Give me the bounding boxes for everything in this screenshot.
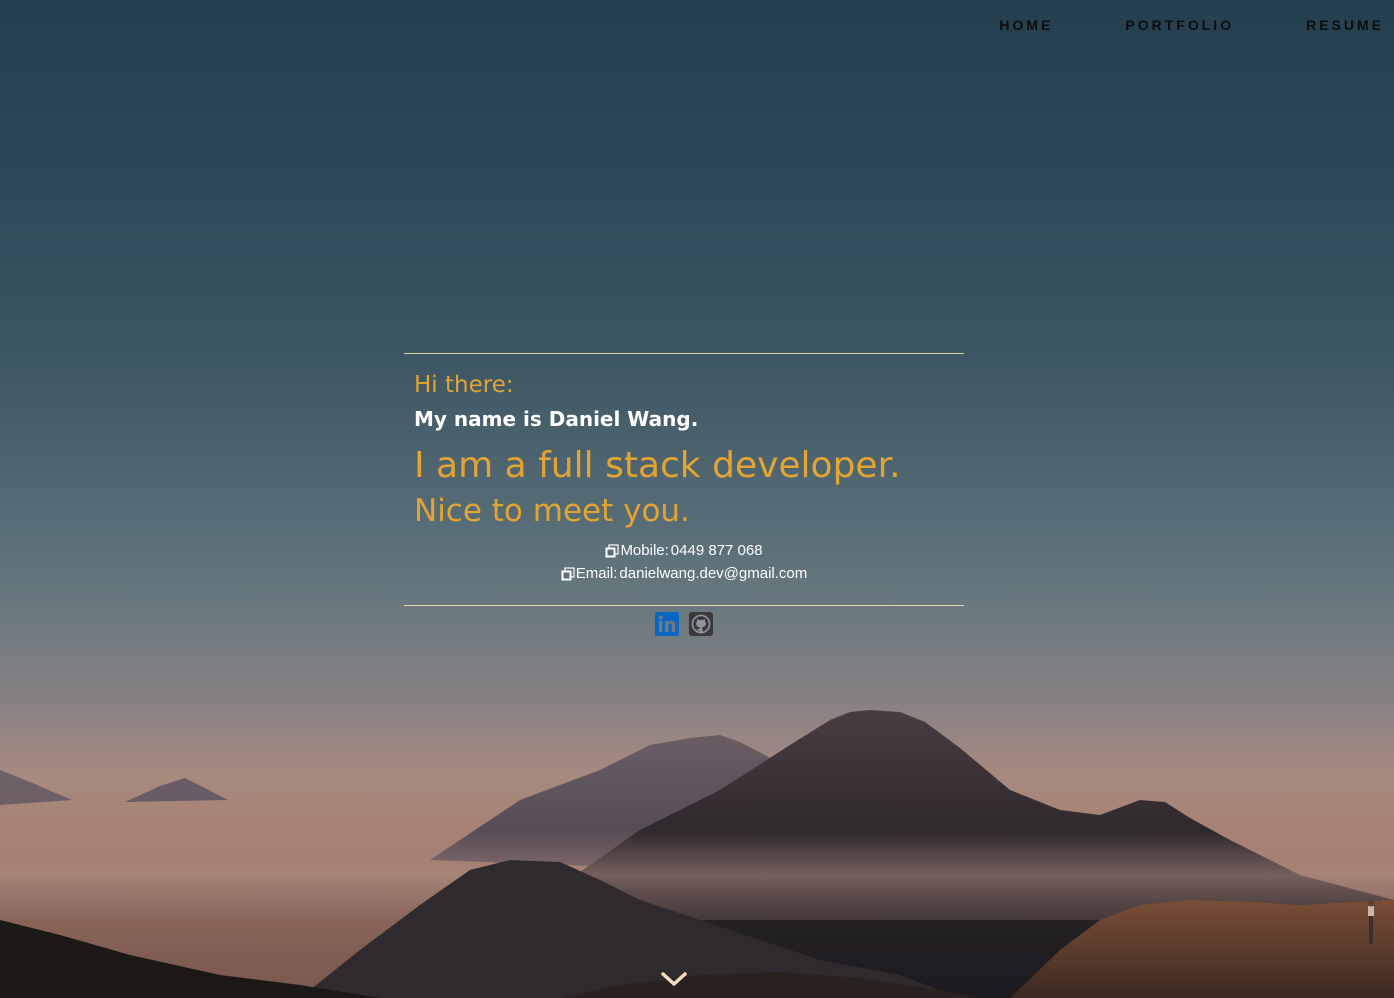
nav-home-link[interactable]: HOME	[999, 17, 1053, 33]
role-heading: I am a full stack developer.	[414, 445, 901, 486]
intro-section: Hi there: My name is Daniel Wang. I am a…	[404, 353, 964, 636]
nav-resume-link[interactable]: RESUME	[1306, 17, 1384, 33]
top-nav: HOME PORTFOLIO RESUME	[927, 0, 1394, 50]
social-links	[404, 612, 964, 636]
email-label: Email:	[575, 565, 618, 582]
greeting-text: Hi there:	[414, 372, 514, 398]
contact-info: Mobile: 0449 877 068 Email: danielwang.d…	[414, 539, 954, 585]
copy-icon[interactable]	[605, 543, 620, 558]
email-value[interactable]: danielwang.dev@gmail.com	[619, 562, 807, 585]
closing-text: Nice to meet you.	[414, 493, 690, 529]
mobile-label: Mobile:	[620, 542, 669, 559]
copy-icon[interactable]	[561, 566, 575, 581]
bottom-divider	[404, 605, 964, 606]
name-heading: My name is Daniel Wang.	[414, 407, 699, 431]
email-row: Email: danielwang.dev@gmail.com	[414, 562, 954, 585]
github-icon[interactable]	[689, 612, 713, 636]
chevron-down-icon[interactable]	[660, 968, 688, 990]
mobile-row: Mobile: 0449 877 068	[414, 539, 954, 562]
intro-body: Hi there: My name is Daniel Wang. I am a…	[404, 354, 964, 595]
nav-portfolio-link[interactable]: PORTFOLIO	[1125, 17, 1234, 33]
linkedin-icon[interactable]	[655, 612, 679, 636]
mobile-value[interactable]: 0449 877 068	[671, 539, 763, 562]
